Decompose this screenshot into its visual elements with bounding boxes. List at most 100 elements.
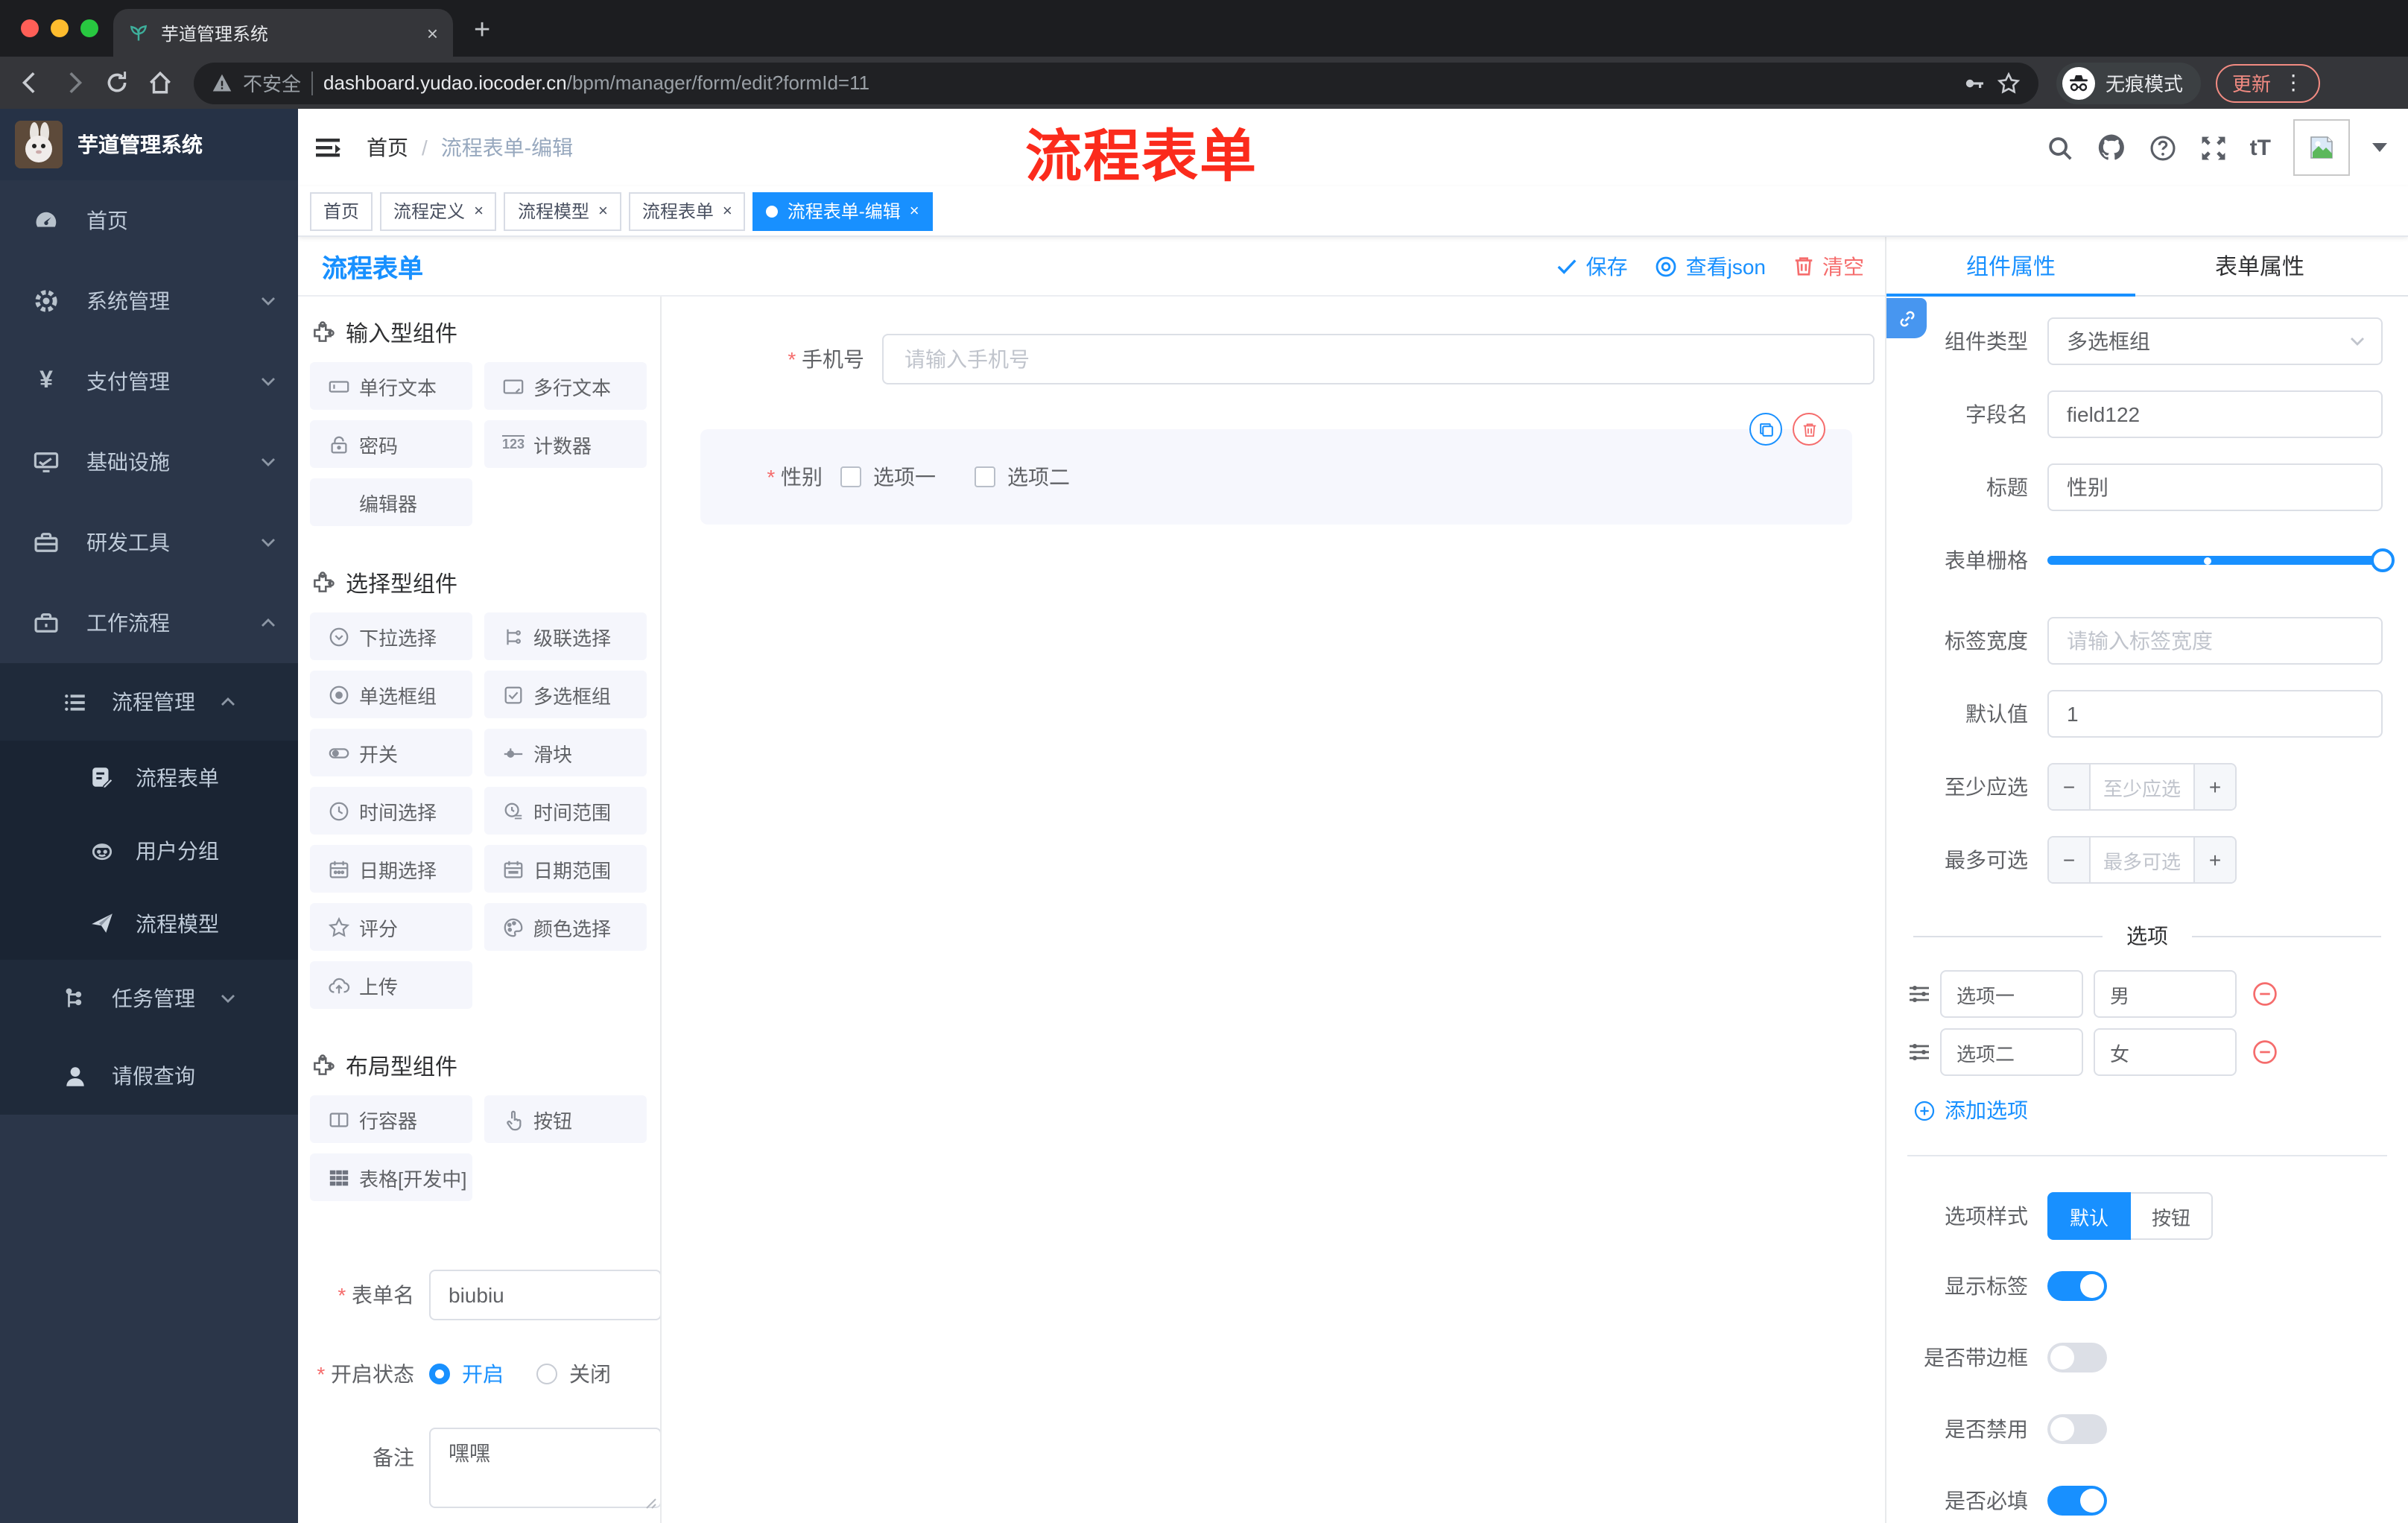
decrease-button[interactable]: − bbox=[2049, 764, 2091, 809]
chip-date-picker[interactable]: 日期选择 bbox=[310, 845, 472, 893]
option-1-value-input[interactable] bbox=[2094, 970, 2237, 1018]
add-option-button[interactable]: 添加选项 bbox=[1913, 1095, 2408, 1125]
chip-time-picker[interactable]: 时间选择 bbox=[310, 787, 472, 835]
tab-form-props[interactable]: 表单属性 bbox=[2135, 237, 2384, 295]
tag-close-icon[interactable]: × bbox=[598, 202, 608, 220]
chip-cascader[interactable]: 级联选择 bbox=[484, 612, 647, 660]
collapse-sidebar-icon[interactable] bbox=[313, 133, 343, 162]
chip-table-dev[interactable]: 表格[开发中] bbox=[310, 1153, 472, 1201]
chip-time-range[interactable]: 时间范围 bbox=[484, 787, 647, 835]
canvas-phone-row[interactable]: 手机号 请输入手机号 bbox=[700, 334, 1875, 384]
option-2-name-input[interactable] bbox=[1940, 1028, 2083, 1076]
radio-off-label[interactable]: 关闭 bbox=[569, 1359, 611, 1389]
sidebar-logo[interactable]: 芋道管理系统 bbox=[0, 109, 298, 180]
search-icon[interactable] bbox=[2046, 133, 2074, 162]
tag-process-model[interactable]: 流程模型 × bbox=[504, 191, 621, 230]
url-text[interactable]: dashboard.yudao.iocoder.cn/bpm/manager/f… bbox=[323, 72, 1952, 94]
radio-on[interactable] bbox=[429, 1364, 450, 1384]
sidebar-item-process-form[interactable]: 流程表单 bbox=[0, 741, 298, 814]
tag-close-icon[interactable]: × bbox=[474, 202, 484, 220]
chip-radio-group[interactable]: 单选框组 bbox=[310, 671, 472, 718]
style-default-button[interactable]: 默认 bbox=[2047, 1192, 2132, 1240]
tab-close-icon[interactable]: × bbox=[427, 22, 438, 44]
chip-single-line-text[interactable]: 单行文本 bbox=[310, 362, 472, 410]
help-icon[interactable] bbox=[2149, 133, 2177, 162]
slider-handle[interactable] bbox=[2371, 548, 2395, 572]
chip-rate[interactable]: 评分 bbox=[310, 903, 472, 951]
sidebar-item-system[interactable]: 系统管理 bbox=[0, 261, 298, 341]
min-select-stepper[interactable]: − 至少应选 + bbox=[2047, 763, 2237, 811]
field-name-input[interactable] bbox=[2047, 390, 2383, 438]
bookmark-star-icon[interactable] bbox=[1997, 71, 2021, 95]
tag-process-definition[interactable]: 流程定义 × bbox=[380, 191, 497, 230]
gender-checkbox-1[interactable] bbox=[840, 466, 861, 487]
form-remark-textarea[interactable]: 嘿嘿 bbox=[429, 1428, 660, 1508]
phone-input[interactable]: 请输入手机号 bbox=[882, 334, 1875, 384]
radio-on-label[interactable]: 开启 bbox=[462, 1359, 504, 1389]
github-icon[interactable] bbox=[2097, 133, 2126, 162]
view-json-button[interactable]: 查看json bbox=[1655, 251, 1766, 281]
chip-multi-line-text[interactable]: 多行文本 bbox=[484, 362, 647, 410]
show-label-switch[interactable] bbox=[2047, 1271, 2107, 1301]
copy-component-button[interactable] bbox=[1749, 413, 1782, 446]
increase-button[interactable]: + bbox=[2193, 764, 2235, 809]
reload-icon[interactable] bbox=[104, 70, 130, 95]
selected-gender-component[interactable]: 性别 选项一 选项二 bbox=[700, 413, 1852, 525]
radio-off[interactable] bbox=[536, 1364, 557, 1384]
clear-button[interactable]: 清空 bbox=[1793, 251, 1864, 281]
tag-process-form-edit[interactable]: 流程表单-编辑 × bbox=[752, 191, 933, 230]
component-type-select[interactable]: 多选框组 bbox=[2047, 317, 2383, 365]
option-2-value-input[interactable] bbox=[2094, 1028, 2237, 1076]
border-switch[interactable] bbox=[2047, 1343, 2107, 1372]
chip-select[interactable]: 下拉选择 bbox=[310, 612, 472, 660]
tab-component-props[interactable]: 组件属性 bbox=[1886, 237, 2135, 295]
key-icon[interactable] bbox=[1962, 71, 1986, 95]
sidebar-item-leave-query[interactable]: 请假查询 bbox=[0, 1037, 298, 1115]
fullscreen-icon[interactable] bbox=[2199, 133, 2228, 162]
remove-option-icon[interactable] bbox=[2252, 981, 2278, 1007]
gender-checkbox-2[interactable] bbox=[975, 466, 995, 487]
avatar-caret-icon[interactable] bbox=[2372, 143, 2387, 152]
label-width-input[interactable] bbox=[2047, 617, 2383, 665]
sidebar-item-payment[interactable]: ¥ 支付管理 bbox=[0, 341, 298, 422]
title-input[interactable] bbox=[2047, 463, 2383, 511]
gender-option-2-label[interactable]: 选项二 bbox=[1007, 462, 1070, 492]
required-switch[interactable] bbox=[2047, 1486, 2107, 1516]
back-icon[interactable] bbox=[18, 70, 43, 95]
security-label[interactable]: 不安全 bbox=[243, 69, 301, 97]
window-controls[interactable] bbox=[21, 19, 98, 37]
chip-button[interactable]: 按钮 bbox=[484, 1095, 647, 1143]
avatar[interactable] bbox=[2293, 119, 2350, 176]
new-tab-button[interactable]: + bbox=[474, 12, 490, 51]
url-bar[interactable]: 不安全 dashboard.yudao.iocoder.cn/bpm/manag… bbox=[194, 62, 2038, 104]
browser-menu-icon[interactable]: ⋮ bbox=[2283, 70, 2304, 95]
chip-counter[interactable]: 123 计数器 bbox=[484, 420, 647, 468]
chip-checkbox-group[interactable]: 多选框组 bbox=[484, 671, 647, 718]
chip-date-range[interactable]: 日期范围 bbox=[484, 845, 647, 893]
slider-track[interactable] bbox=[2047, 556, 2383, 565]
sidebar-item-user-group[interactable]: 用户分组 bbox=[0, 814, 298, 887]
save-button[interactable]: 保存 bbox=[1556, 251, 1628, 281]
chip-slider[interactable]: 滑块 bbox=[484, 729, 647, 776]
style-button-button[interactable]: 按钮 bbox=[2131, 1192, 2214, 1240]
update-button[interactable]: 更新 ⋮ bbox=[2216, 63, 2321, 102]
sidebar-item-process-mgmt[interactable]: 流程管理 bbox=[0, 663, 298, 741]
chip-editor[interactable]: 编辑器 bbox=[310, 478, 472, 526]
chip-password[interactable]: 密码 bbox=[310, 420, 472, 468]
form-canvas[interactable]: 手机号 请输入手机号 性别 选项一 选项二 bbox=[663, 297, 1885, 1523]
browser-tab[interactable]: 芋道管理系统 × bbox=[113, 9, 453, 57]
forward-icon[interactable] bbox=[61, 70, 86, 95]
chip-color-picker[interactable]: 颜色选择 bbox=[484, 903, 647, 951]
gender-option-1-label[interactable]: 选项一 bbox=[873, 462, 936, 492]
tag-close-icon[interactable]: × bbox=[910, 202, 919, 220]
link-icon[interactable] bbox=[1886, 298, 1927, 338]
decrease-button[interactable]: − bbox=[2049, 838, 2091, 882]
delete-component-button[interactable] bbox=[1793, 413, 1825, 446]
drag-handle-icon[interactable] bbox=[1907, 1040, 1931, 1064]
drag-handle-icon[interactable] bbox=[1907, 982, 1931, 1006]
sidebar-item-process-model[interactable]: 流程模型 bbox=[0, 887, 298, 960]
option-1-name-input[interactable] bbox=[1940, 970, 2083, 1018]
font-size-icon[interactable]: tT bbox=[2250, 135, 2271, 160]
sidebar-item-workflow[interactable]: 工作流程 bbox=[0, 583, 298, 663]
form-name-input[interactable] bbox=[429, 1270, 660, 1320]
